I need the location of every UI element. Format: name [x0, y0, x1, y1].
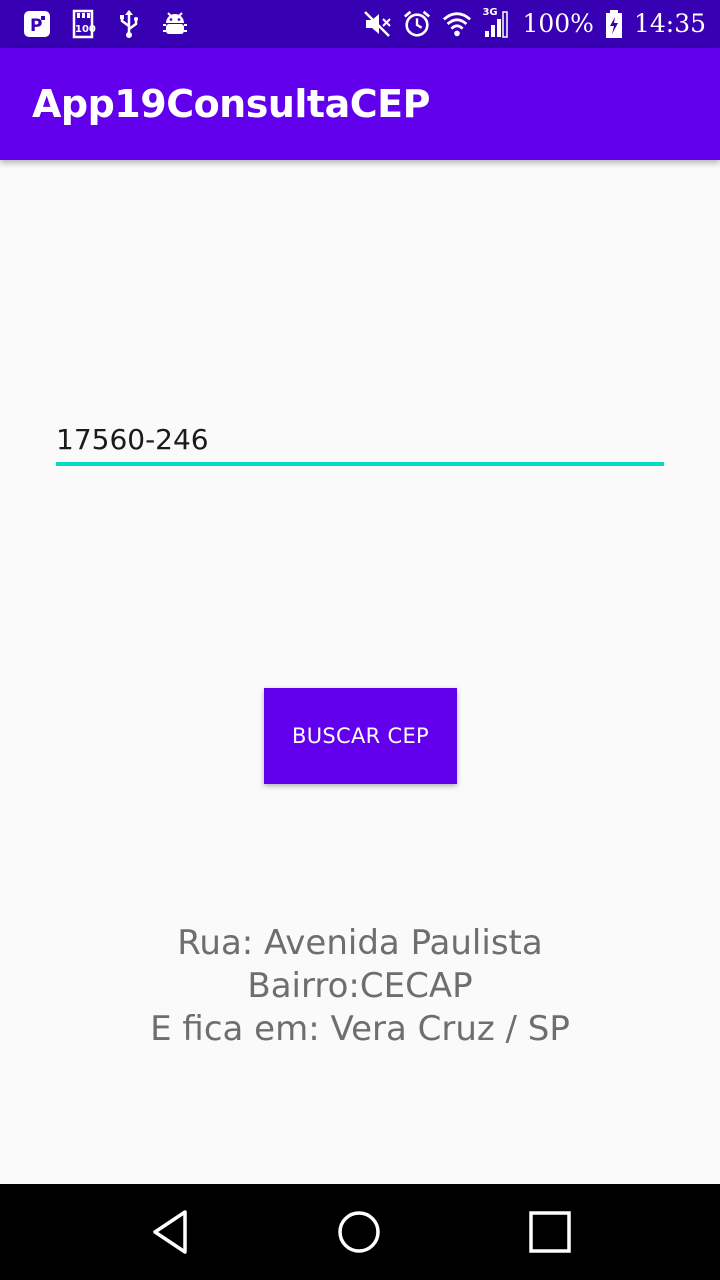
screen: P 100 3G 100% 14:35 App19ConsultaCEP 175… [0, 0, 720, 1280]
recents-icon [529, 1211, 571, 1253]
mute-icon [362, 9, 392, 39]
svg-text:100: 100 [75, 24, 96, 35]
battery-percent: 100% [522, 9, 594, 38]
back-icon [153, 1210, 187, 1254]
search-cep-button[interactable]: BUSCAR CEP [264, 688, 457, 784]
alarm-icon [402, 9, 432, 39]
status-right: 3G 100% 14:35 [362, 7, 706, 40]
home-icon [338, 1211, 380, 1253]
home-button[interactable] [335, 1208, 383, 1256]
svg-text:P: P [30, 16, 42, 36]
app-title: App19ConsultaCEP [32, 82, 430, 126]
result-street: Rua: Avenida Paulista [177, 923, 543, 963]
result-city: E fica em: Vera Cruz / SP [150, 1009, 570, 1049]
cep-input[interactable] [56, 416, 664, 466]
result-neighborhood: Bairro:CECAP [247, 966, 473, 1006]
parking-icon: P [22, 9, 52, 39]
android-debug-icon [160, 9, 190, 39]
clock: 14:35 [633, 9, 706, 38]
wifi-icon [442, 9, 472, 39]
result-text: Rua: Avenida Paulista Bairro:CECAP E fic… [0, 922, 720, 1051]
status-bar: P 100 3G 100% 14:35 [0, 0, 720, 48]
battery-charging-icon [604, 9, 624, 39]
network-type-label: 3G [482, 7, 498, 18]
status-left: P 100 [22, 8, 190, 40]
usb-icon [114, 9, 144, 39]
navigation-bar [0, 1184, 720, 1280]
back-button[interactable] [146, 1208, 194, 1256]
signal-3g-icon: 3G [482, 7, 512, 39]
app-bar: App19ConsultaCEP [0, 48, 720, 160]
sd-card-icon: 100 [68, 9, 98, 39]
recents-button[interactable] [526, 1208, 574, 1256]
